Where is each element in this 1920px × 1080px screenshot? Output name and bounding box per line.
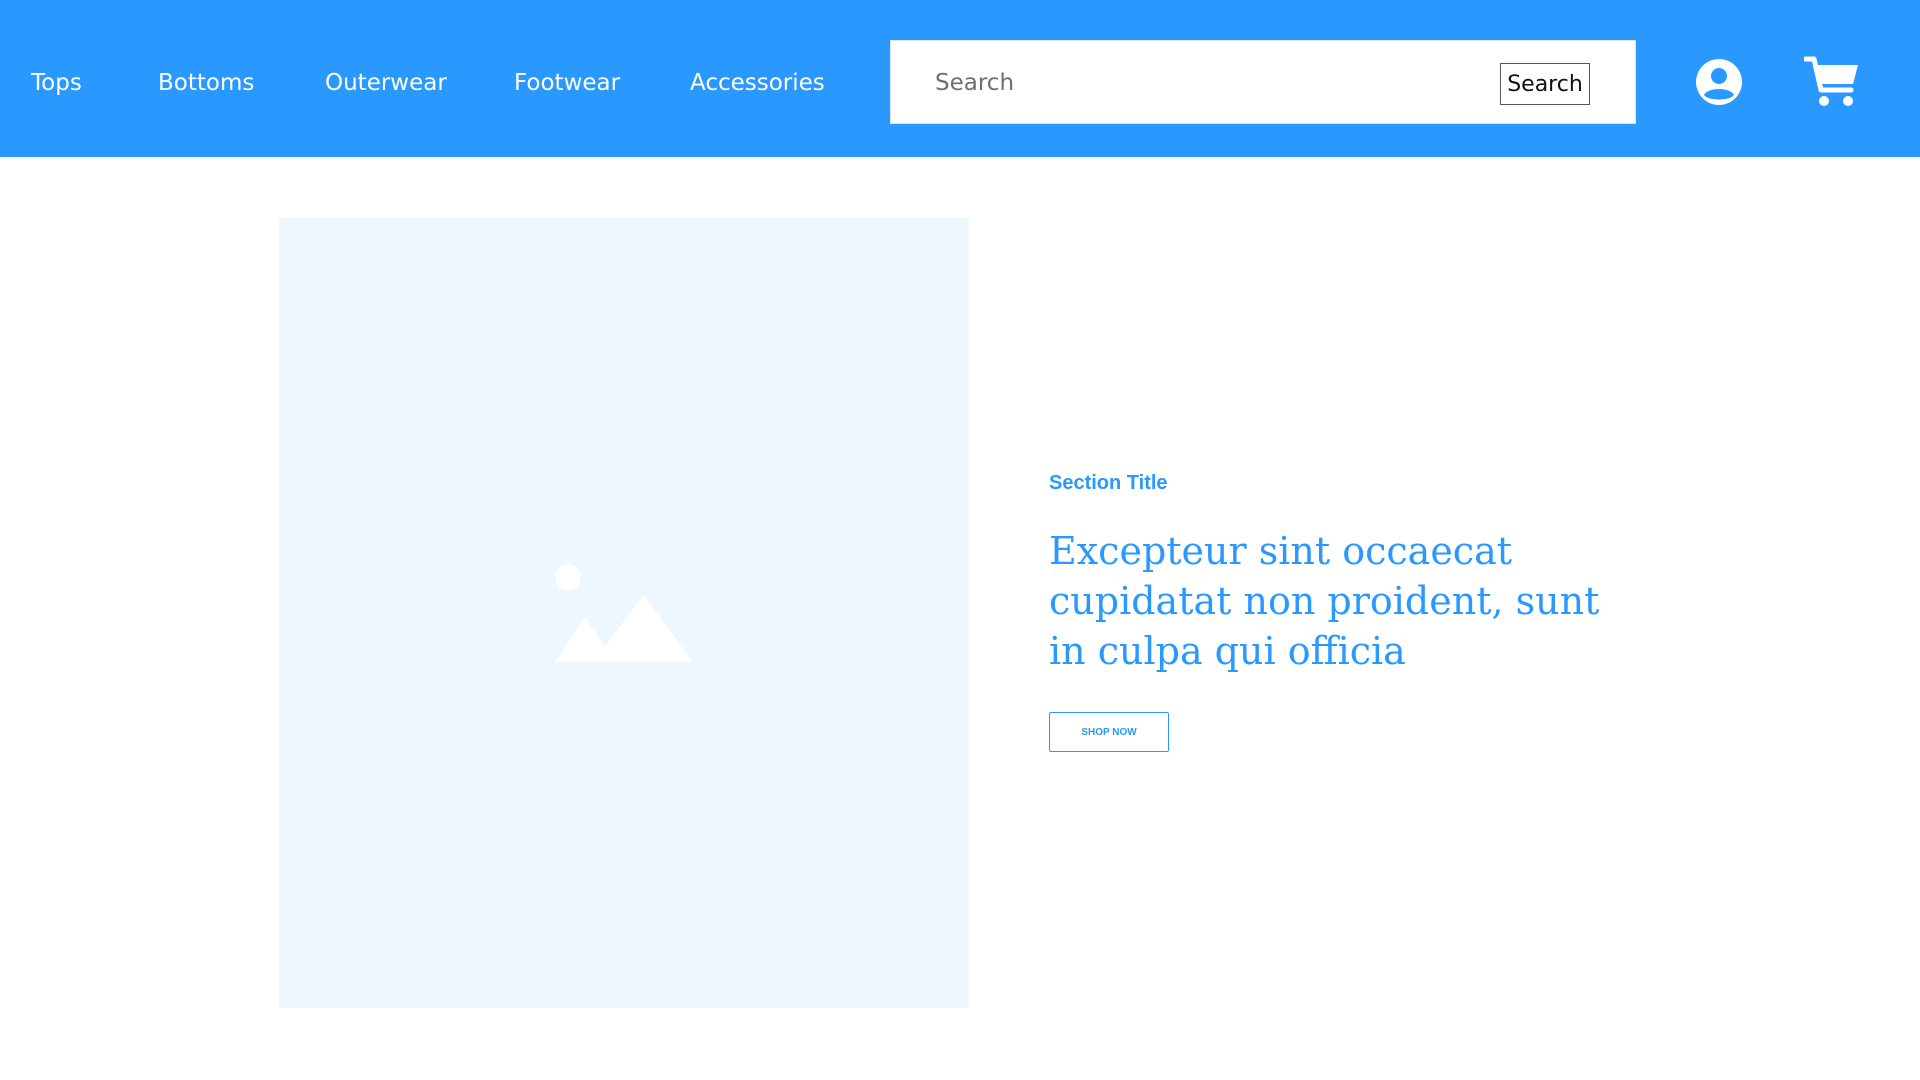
hero-headline: Excepteur sint occaecat cupidatat non pr… bbox=[1049, 529, 1600, 673]
nav-item-accessories[interactable]: Accessories bbox=[690, 68, 825, 98]
search-input[interactable] bbox=[935, 61, 1495, 105]
shop-now-button[interactable]: SHOP NOW bbox=[1049, 712, 1169, 752]
hero-text: Section Title Excepteur sint occaecat cu… bbox=[1049, 470, 1629, 752]
nav-item-bottoms[interactable]: Bottoms bbox=[158, 68, 254, 98]
shopping-cart-icon bbox=[1802, 56, 1858, 106]
nav-item-tops[interactable]: Tops bbox=[31, 68, 82, 98]
account-button[interactable] bbox=[1695, 58, 1743, 106]
search-button[interactable]: Search bbox=[1500, 63, 1590, 105]
cart-button[interactable] bbox=[1802, 56, 1860, 108]
top-header: Tops Bottoms Outerwear Footwear Accessor… bbox=[0, 0, 1920, 157]
nav-item-outerwear[interactable]: Outerwear bbox=[325, 68, 447, 98]
section-title: Section Title bbox=[1049, 472, 1168, 494]
hero-image-placeholder bbox=[279, 218, 969, 1008]
nav-item-footwear[interactable]: Footwear bbox=[514, 68, 620, 98]
user-circle-icon bbox=[1696, 59, 1742, 105]
search-box: Search bbox=[890, 40, 1636, 124]
image-placeholder-icon bbox=[555, 564, 693, 662]
